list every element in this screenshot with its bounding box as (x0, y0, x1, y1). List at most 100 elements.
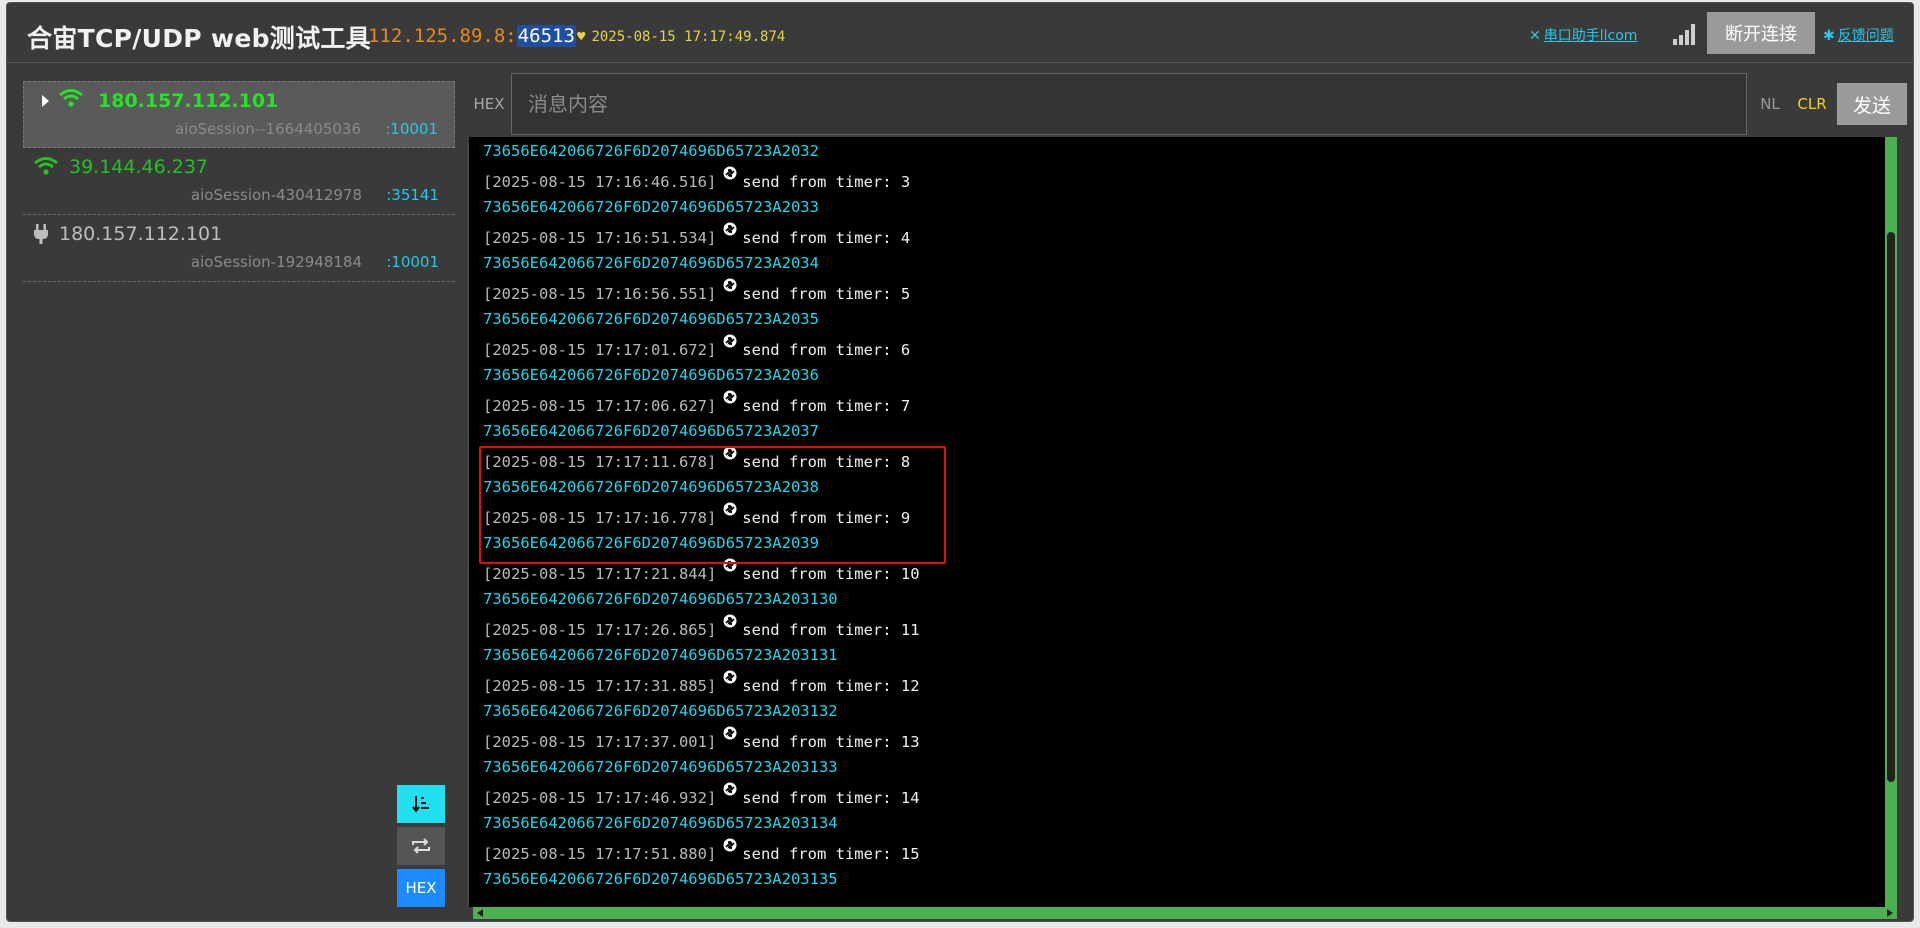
vertical-scrollbar[interactable] (1885, 137, 1897, 907)
log-timestamp: [2025-08-15 17:17:51.880] (483, 845, 717, 863)
server-port[interactable]: 46513 (516, 25, 576, 47)
auto-scroll-button[interactable] (397, 785, 445, 823)
log-hex-line: 73656E642066726F6D2074696D65723A203133 (483, 753, 920, 781)
log-timestamp: [2025-08-15 17:17:26.865] (483, 621, 717, 639)
log-timestamp: [2025-08-15 17:17:01.672] (483, 341, 717, 359)
hex-payload: 73656E642066726F6D2074696D65723A203135 (483, 870, 838, 888)
hex-payload: 73656E642066726F6D2074696D65723A203133 (483, 758, 838, 776)
send-toolbar: HEX NL CLR 发送 (467, 73, 1907, 135)
newline-toggle[interactable]: NL (1750, 73, 1790, 135)
hex-payload: 73656E642066726F6D2074696D65723A2033 (483, 198, 819, 216)
scroll-left-icon[interactable] (477, 909, 483, 917)
sort-desc-icon (412, 796, 429, 813)
log-hex-line: 73656E642066726F6D2074696D65723A2036 (483, 361, 920, 389)
serial-assistant-link[interactable]: ✕ 串口助手llcom (1529, 25, 1637, 45)
session-item[interactable]: 180.157.112.101 aioSession--1664405036 :… (23, 81, 455, 148)
signal-icon (1673, 23, 1699, 45)
session-ip: 180.157.112.101 (59, 223, 223, 245)
send-icon (723, 390, 737, 404)
session-ip: 180.157.112.101 (98, 90, 279, 112)
header-bar: 合宙TCP/UDP web测试工具 112.125.89.8:46513 ♥ 20… (7, 3, 1913, 63)
log-text: send from timer: 15 (742, 845, 920, 863)
send-icon (723, 614, 737, 628)
message-input[interactable] (511, 73, 1747, 135)
log-hex-line: 73656E642066726F6D2074696D65723A203134 (483, 809, 920, 837)
log-text: send from timer: 14 (742, 789, 920, 807)
log-message-line: [2025-08-15 17:17:06.627] send from timer… (483, 389, 920, 417)
hex-display-button[interactable]: HEX (397, 869, 445, 907)
log-text: send from timer: 3 (742, 173, 911, 191)
log-timestamp: [2025-08-15 17:17:06.627] (483, 397, 717, 415)
hex-payload: 73656E642066726F6D2074696D65723A203134 (483, 814, 838, 832)
log-text: send from timer: 4 (742, 229, 911, 247)
clock-text: 2025-08-15 17:17:49.874 (591, 29, 786, 45)
send-icon (723, 838, 737, 852)
horizontal-scrollbar[interactable] (473, 907, 1897, 919)
app-window: 合宙TCP/UDP web测试工具 112.125.89.8:46513 ♥ 20… (6, 2, 1914, 922)
server-address[interactable]: 112.125.89.8:46513 (368, 23, 576, 49)
log-text: send from timer: 13 (742, 733, 920, 751)
session-sidebar: 180.157.112.101 aioSession--1664405036 :… (23, 81, 455, 917)
session-port: :35141 (386, 186, 439, 204)
send-icon (723, 334, 737, 348)
send-button[interactable]: 发送 (1837, 83, 1907, 125)
log-hex-line: 73656E642066726F6D2074696D65723A2033 (483, 193, 920, 221)
loop-button[interactable] (397, 827, 445, 865)
hex-payload: 73656E642066726F6D2074696D65723A2036 (483, 366, 819, 384)
clear-button[interactable]: CLR (1790, 73, 1834, 135)
caret-right-icon (42, 95, 49, 107)
bug-icon: ✱ (1823, 28, 1835, 44)
session-item[interactable]: 180.157.112.101 aioSession-192948184 :10… (23, 215, 455, 282)
log-timestamp: [2025-08-15 17:17:31.885] (483, 677, 717, 695)
wifi-icon (34, 157, 58, 175)
log-message-line: [2025-08-15 17:17:01.672] send from timer… (483, 333, 920, 361)
feedback-link[interactable]: ✱ 反馈问题 (1823, 25, 1894, 45)
log-message-line: [2025-08-15 17:17:46.932] send from timer… (483, 781, 920, 809)
hex-payload: 73656E642066726F6D2074696D65723A2034 (483, 254, 819, 272)
log-text: send from timer: 6 (742, 341, 911, 359)
log-text: send from timer: 11 (742, 621, 920, 639)
disconnect-button[interactable]: 断开连接 (1707, 12, 1815, 54)
log-hex-line: 73656E642066726F6D2074696D65723A2032 (483, 137, 920, 165)
log-timestamp: [2025-08-15 17:16:56.551] (483, 285, 717, 303)
scroll-right-icon[interactable] (1887, 909, 1893, 917)
log-hex-line: 73656E642066726F6D2074696D65723A203135 (483, 865, 920, 893)
log-message-line: [2025-08-15 17:16:46.516] send from timer… (483, 165, 920, 193)
clock: ♥ 2025-08-15 17:17:49.874 (577, 29, 785, 45)
log-timestamp: [2025-08-15 17:16:51.534] (483, 229, 717, 247)
log-text: send from timer: 7 (742, 397, 911, 415)
log-timestamp: [2025-08-15 17:17:46.932] (483, 789, 717, 807)
app-title: 合宙TCP/UDP web测试工具 (27, 24, 371, 53)
log-message-line: [2025-08-15 17:16:56.551] send from timer… (483, 277, 920, 305)
log-hex-line: 73656E642066726F6D2074696D65723A203131 (483, 641, 920, 669)
session-name: aioSession--1664405036 (174, 120, 361, 138)
session-port: :10001 (386, 253, 439, 271)
hex-payload: 73656E642066726F6D2074696D65723A203130 (483, 590, 838, 608)
log-text: send from timer: 5 (742, 285, 911, 303)
session-ip: 39.144.46.237 (69, 156, 209, 178)
log-message-line: [2025-08-15 17:17:26.865] send from timer… (483, 613, 920, 641)
log-hex-line: 73656E642066726F6D2074696D65723A2034 (483, 249, 920, 277)
log-timestamp: [2025-08-15 17:16:46.516] (483, 173, 717, 191)
tools-icon: ✕ (1529, 28, 1541, 44)
plug-icon (34, 224, 48, 244)
session-item[interactable]: 39.144.46.237 aioSession-430412978 :3514… (23, 148, 455, 215)
hex-payload: 73656E642066726F6D2074696D65723A203132 (483, 702, 838, 720)
hex-payload: 73656E642066726F6D2074696D65723A203131 (483, 646, 838, 664)
repeat-icon (412, 838, 430, 854)
server-host: 112.125.89.8: (368, 25, 517, 47)
hex-toggle[interactable]: HEX (467, 73, 511, 135)
send-icon (723, 670, 737, 684)
log-timestamp: [2025-08-15 17:17:21.844] (483, 565, 717, 583)
log-message-line: [2025-08-15 17:17:51.880] send from timer… (483, 837, 920, 865)
log-hex-line: 73656E642066726F6D2074696D65723A203130 (483, 585, 920, 613)
hex-payload: 73656E642066726F6D2074696D65723A2032 (483, 142, 819, 160)
wifi-icon (59, 89, 83, 107)
log-hex-line: 73656E642066726F6D2074696D65723A203132 (483, 697, 920, 725)
scrollbar-thumb[interactable] (1887, 232, 1895, 782)
send-icon (723, 166, 737, 180)
send-icon (723, 782, 737, 796)
log-message-line: [2025-08-15 17:17:31.885] send from timer… (483, 669, 920, 697)
log-hex-line: 73656E642066726F6D2074696D65723A2035 (483, 305, 920, 333)
send-icon (723, 222, 737, 236)
